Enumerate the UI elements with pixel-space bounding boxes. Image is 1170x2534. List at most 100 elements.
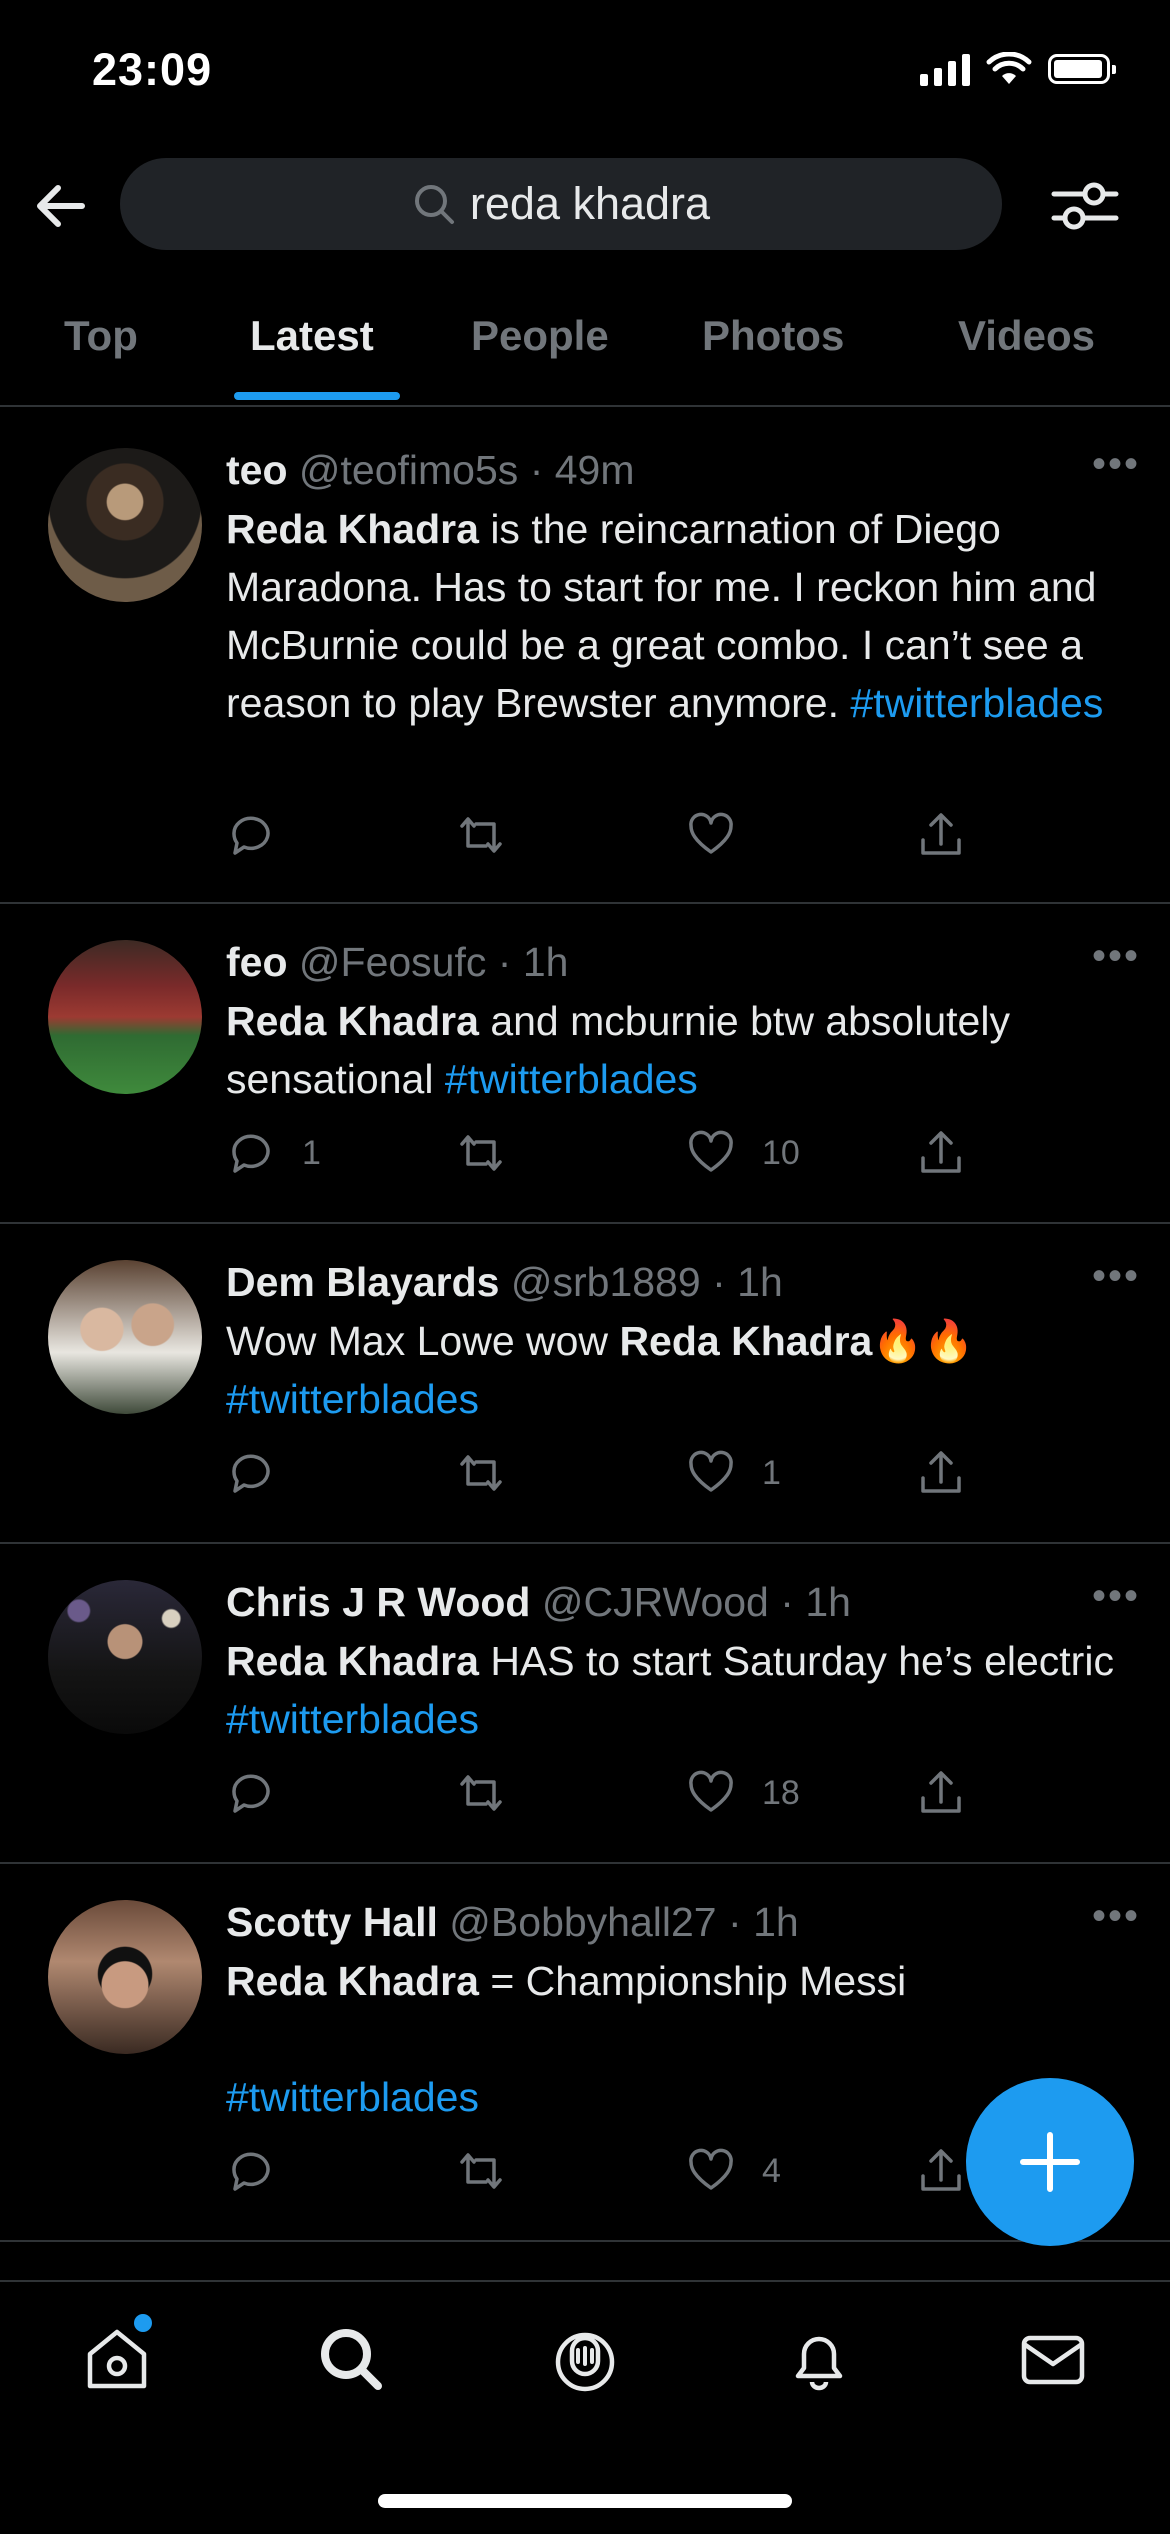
share-button[interactable] — [916, 1768, 966, 1818]
back-arrow-icon[interactable] — [30, 176, 90, 236]
tweet[interactable]: teo @teofimo5s · 49m Reda Khadra is the … — [0, 412, 1170, 904]
share-icon — [921, 1451, 961, 1493]
avatar[interactable] — [48, 1260, 202, 1414]
compose-tweet-button[interactable] — [966, 2078, 1134, 2246]
battery-icon — [1048, 54, 1116, 84]
avatar[interactable] — [48, 448, 202, 602]
reply-button[interactable]: 1 — [226, 1128, 321, 1178]
hashtag-link[interactable]: #twitterblades — [850, 680, 1103, 726]
search-query: reda khadra — [469, 178, 711, 229]
share-button[interactable] — [916, 1448, 966, 1498]
tweet-text: Reda Khadra is the reincarnation of Dieg… — [226, 506, 1104, 726]
tweet-actions: 1 10 — [226, 1128, 986, 1188]
tweet-feed: teo @teofimo5s · 49m Reda Khadra is the … — [0, 412, 1170, 2242]
retweet-button[interactable] — [456, 2146, 506, 2196]
avatar[interactable] — [48, 1900, 202, 2054]
tweet[interactable]: Dem Blayards @srb1889 · 1h Wow Max Lowe … — [0, 1224, 1170, 1544]
like-count: 18 — [762, 1773, 800, 1812]
heart-icon — [689, 1130, 733, 1172]
avatar[interactable] — [48, 1580, 202, 1734]
fire-emoji: 🔥🔥 — [872, 1318, 975, 1364]
author-name[interactable]: feo — [226, 939, 288, 985]
author-handle[interactable]: @Bobbyhall27 — [449, 1899, 716, 1945]
author-handle[interactable]: @Feosufc — [299, 939, 486, 985]
like-button[interactable]: 4 — [686, 2146, 781, 2196]
reply-icon — [232, 816, 270, 855]
share-icon — [921, 813, 961, 855]
reply-icon — [232, 1774, 270, 1813]
like-button[interactable]: 1 — [686, 1448, 781, 1498]
home-icon[interactable] — [82, 2324, 152, 2394]
home-indicator — [378, 2494, 792, 2508]
keyword-highlight: Reda Khadra — [619, 1318, 873, 1364]
plus-icon — [1020, 2132, 1080, 2192]
more-options-icon[interactable]: ••• — [1092, 1894, 1140, 1939]
notifications-icon[interactable] — [784, 2324, 854, 2394]
tab-top[interactable]: Top — [64, 312, 138, 360]
more-options-icon[interactable]: ••• — [1092, 1574, 1140, 1619]
retweet-button[interactable] — [456, 1768, 506, 1818]
tab-videos[interactable]: Videos — [958, 312, 1095, 360]
author-handle[interactable]: @srb1889 — [511, 1259, 701, 1305]
reply-button[interactable] — [226, 2146, 302, 2196]
search-icon[interactable] — [316, 2324, 386, 2394]
like-count: 4 — [762, 2151, 781, 2190]
share-icon — [921, 2149, 961, 2191]
author-handle[interactable]: @CJRWood — [542, 1579, 769, 1625]
like-button[interactable]: 18 — [686, 1768, 800, 1818]
more-options-icon[interactable]: ••• — [1092, 934, 1140, 979]
wifi-icon — [986, 52, 1032, 84]
hashtag-link[interactable]: #twitterblades — [226, 1696, 479, 1742]
more-options-icon[interactable]: ••• — [1092, 1254, 1140, 1299]
avatar[interactable] — [48, 940, 202, 1094]
reply-button[interactable] — [226, 810, 302, 860]
tweet-time: 1h — [737, 1259, 783, 1305]
author-name[interactable]: Scotty Hall — [226, 1899, 438, 1945]
bottom-navigation — [0, 2280, 1170, 2534]
tweet[interactable]: feo @Feosufc · 1h Reda Khadra and mcburn… — [0, 904, 1170, 1224]
heart-icon — [689, 1450, 733, 1492]
heart-icon — [689, 1770, 733, 1812]
tweet[interactable]: Chris J R Wood @CJRWood · 1h Reda Khadra… — [0, 1544, 1170, 1864]
retweet-icon — [460, 1455, 502, 1491]
share-button[interactable] — [916, 2146, 966, 2196]
search-filter-icon[interactable] — [1050, 176, 1120, 236]
hashtag-link[interactable]: #twitterblades — [445, 1056, 698, 1102]
author-name[interactable]: Dem Blayards — [226, 1259, 499, 1305]
author-name[interactable]: Chris J R Wood — [226, 1579, 530, 1625]
signal-icon — [920, 52, 970, 86]
search-icon — [414, 185, 454, 224]
tab-latest[interactable]: Latest — [250, 312, 374, 360]
heart-icon — [689, 812, 733, 854]
tweet-actions: 18 — [226, 1768, 986, 1828]
author-name[interactable]: teo — [226, 447, 288, 493]
like-count: 10 — [762, 1133, 800, 1172]
messages-icon[interactable] — [1018, 2324, 1088, 2394]
reply-button[interactable] — [226, 1768, 302, 1818]
hashtag-link[interactable]: #twitterblades — [226, 1376, 479, 1422]
retweet-icon — [460, 817, 502, 853]
tab-people[interactable]: People — [471, 312, 609, 360]
reply-icon — [232, 1134, 270, 1173]
share-button[interactable] — [916, 810, 966, 860]
like-button[interactable]: 10 — [686, 1128, 800, 1178]
like-button[interactable] — [686, 810, 762, 860]
retweet-button[interactable] — [456, 1128, 506, 1178]
search-tabs: Top Latest People Photos Videos — [0, 290, 1170, 407]
author-handle[interactable]: @teofimo5s — [299, 447, 518, 493]
reply-button[interactable] — [226, 1448, 302, 1498]
tweet-time: 1h — [753, 1899, 799, 1945]
more-options-icon[interactable]: ••• — [1092, 442, 1140, 487]
share-button[interactable] — [916, 1128, 966, 1178]
retweet-button[interactable] — [456, 1448, 506, 1498]
tab-photos[interactable]: Photos — [702, 312, 844, 360]
reply-icon — [232, 1454, 270, 1493]
tweet-actions — [226, 810, 986, 870]
retweet-icon — [460, 1135, 502, 1171]
spaces-icon[interactable] — [550, 2324, 620, 2394]
status-bar: 23:09 — [0, 0, 1170, 140]
hashtag-link[interactable]: #twitterblades — [226, 2074, 479, 2120]
retweet-button[interactable] — [456, 810, 506, 860]
tweet-text: Reda Khadra and mcburnie btw absolutely … — [226, 998, 1010, 1102]
search-input[interactable]: reda khadra — [120, 158, 1002, 250]
